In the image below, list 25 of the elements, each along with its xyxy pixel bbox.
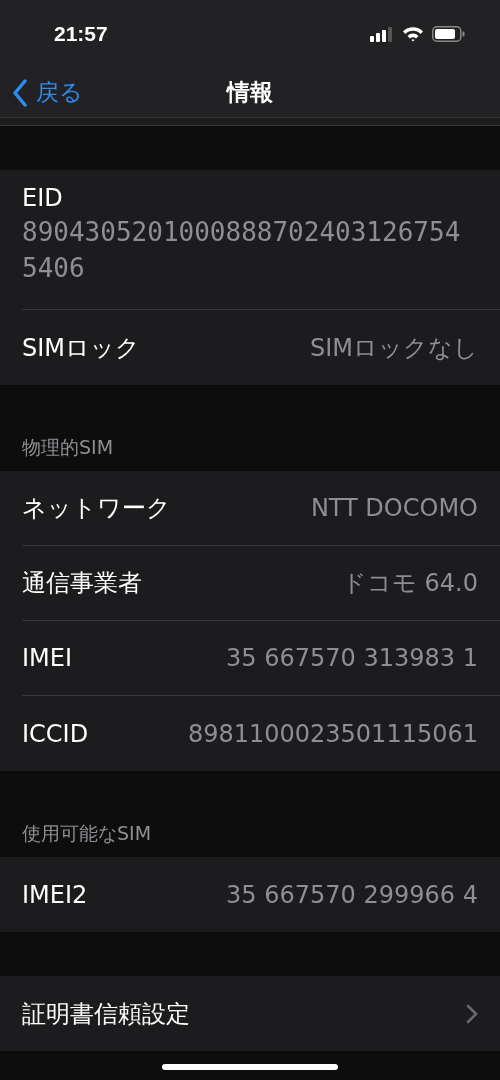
row-value: 89043052010008887024031267545406 bbox=[22, 216, 461, 286]
row-value: NTT DOCOMO bbox=[310, 494, 478, 522]
section-header: 物理的SIM bbox=[21, 435, 115, 460]
section-header: 使用可能なSIM bbox=[21, 821, 153, 846]
row-label: IMEI bbox=[22, 644, 73, 672]
chevron-right-icon bbox=[466, 1003, 478, 1024]
status-time: 21:57 bbox=[54, 22, 108, 46]
back-button[interactable]: 戻る bbox=[0, 77, 83, 108]
battery-icon bbox=[432, 26, 466, 42]
row-label: SIMロック bbox=[22, 332, 141, 364]
chevron-left-icon bbox=[12, 78, 28, 107]
row-label: IMEI2 bbox=[22, 880, 88, 909]
row-value: ドコモ 64.0 bbox=[341, 568, 478, 599]
row-label: 通信事業者 bbox=[22, 568, 142, 599]
row-value: 35 667570 313983 1 bbox=[226, 644, 478, 672]
row-value: SIMロックなし bbox=[309, 332, 478, 364]
row-value: 8981100023501115061 bbox=[187, 719, 478, 748]
row-label: ICCID bbox=[22, 719, 89, 748]
nav-title: 情報 bbox=[227, 78, 273, 107]
wifi-icon bbox=[402, 26, 424, 42]
settings-link-row[interactable]: 証明書信頼設定 bbox=[22, 976, 500, 1051]
signal-icon bbox=[370, 26, 394, 42]
row-value: 35 667570 299966 4 bbox=[226, 880, 478, 909]
row-label: ネットワーク bbox=[22, 493, 171, 524]
row-label: EID bbox=[22, 184, 63, 212]
